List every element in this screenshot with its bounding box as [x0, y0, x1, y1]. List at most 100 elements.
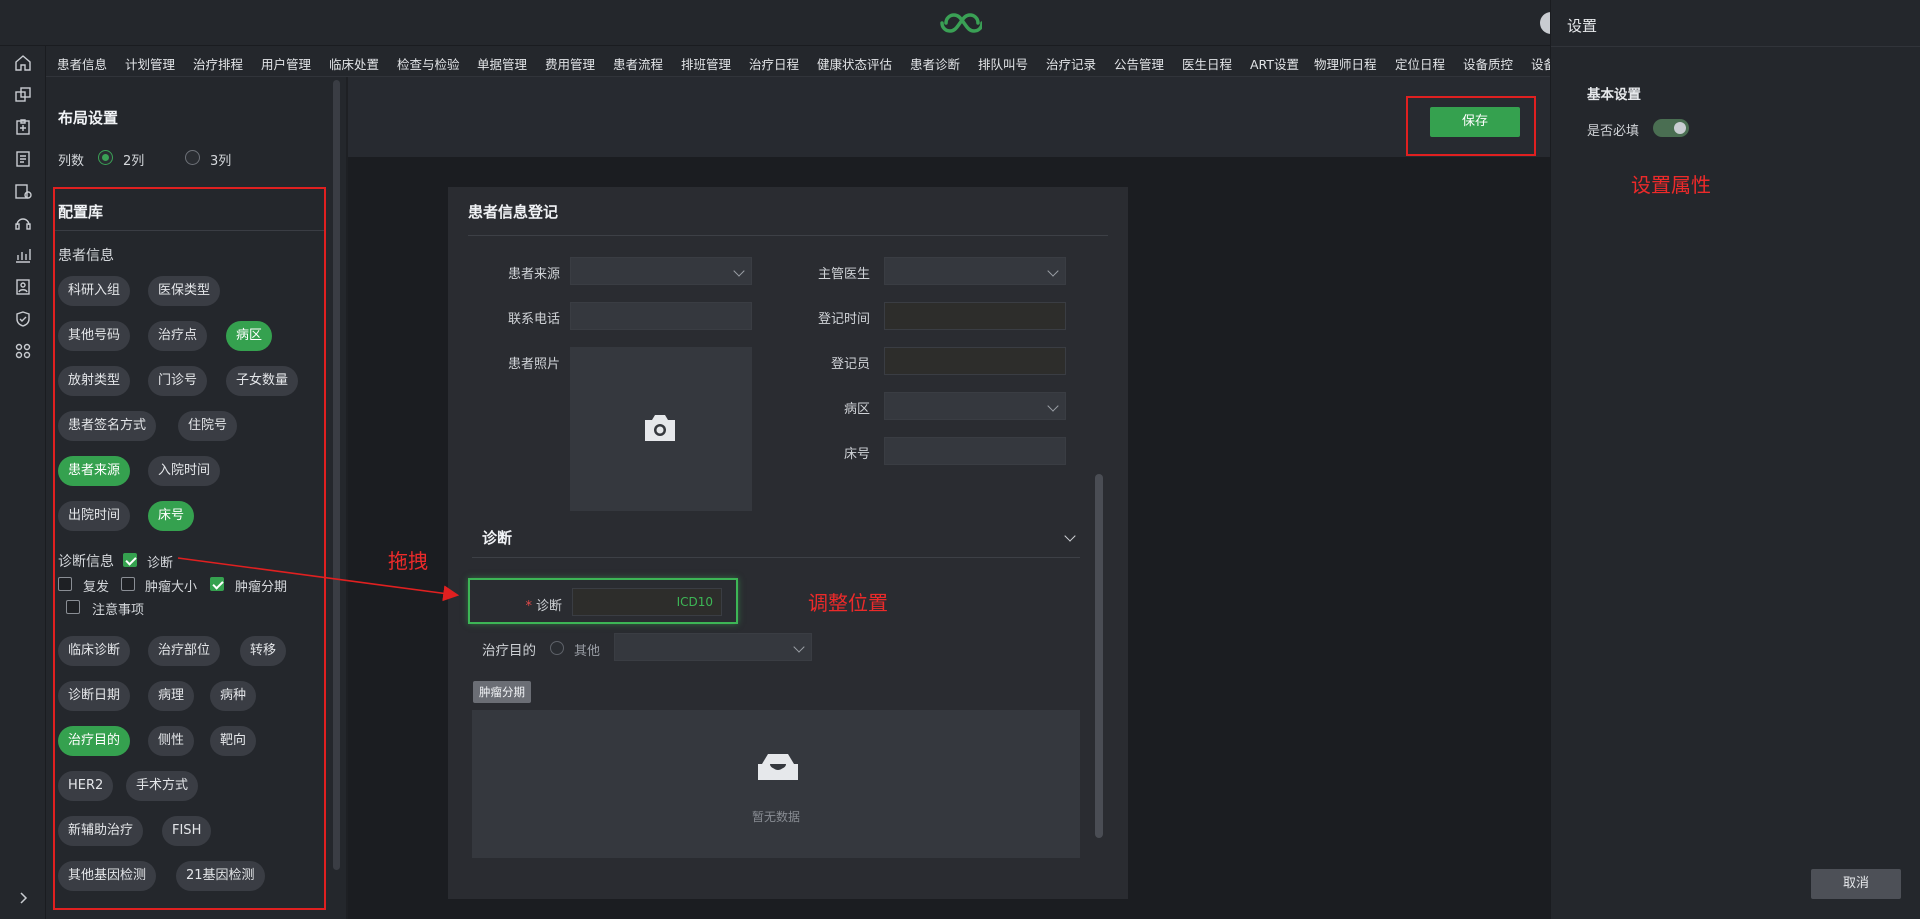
field-chip[interactable]: 新辅助治疗 — [58, 816, 144, 846]
field-chip[interactable]: 侧性 — [148, 726, 195, 756]
tumor-stage-tag[interactable]: 肿瘤分期 — [473, 681, 531, 703]
menu-item[interactable]: 排队叫号 — [978, 54, 1028, 73]
field-chip[interactable]: 子女数量 — [226, 366, 299, 396]
diagnosis-label-text: 诊断 — [535, 599, 562, 614]
menu-item[interactable]: 医生日程 — [1182, 54, 1232, 73]
user-card-icon[interactable] — [14, 278, 32, 296]
checkbox-label[interactable]: 复发 — [83, 576, 109, 595]
field-chip[interactable]: 其他号码 — [58, 321, 131, 351]
treatment-goal-select[interactable] — [614, 633, 812, 661]
radio-3-columns[interactable] — [185, 150, 200, 165]
menu-item[interactable]: ART设置 — [1250, 54, 1299, 73]
checkbox-tumor-size[interactable] — [121, 577, 135, 591]
field-chip-active[interactable]: 病区 — [226, 321, 273, 351]
field-chip[interactable]: 科研入组 — [58, 276, 131, 306]
apps-icon[interactable] — [14, 342, 32, 360]
checkbox-label[interactable]: 肿瘤大小 — [145, 576, 197, 595]
checkbox-tumor-stage[interactable] — [210, 577, 224, 591]
menu-item[interactable]: 治疗记录 — [1046, 54, 1096, 73]
field-chip[interactable]: 转移 — [240, 636, 287, 666]
shield-icon[interactable] — [14, 310, 32, 328]
photo-upload[interactable] — [570, 347, 752, 511]
menu-item[interactable]: 定位日程 — [1395, 54, 1445, 73]
menu-item[interactable]: 检查与检验 — [397, 54, 460, 73]
checkbox-recurrence[interactable] — [58, 577, 72, 591]
menu-item[interactable]: 物理师日程 — [1314, 54, 1377, 73]
ward-select[interactable] — [884, 392, 1066, 420]
checkbox-label[interactable]: 诊断 — [147, 552, 173, 571]
left-panel-scrollbar[interactable] — [333, 80, 340, 870]
field-chip[interactable]: 出院时间 — [58, 501, 131, 531]
patient-source-select[interactable] — [570, 257, 752, 285]
menu-item[interactable]: 设备质控 — [1463, 54, 1513, 73]
clipboard-icon[interactable] — [14, 118, 32, 136]
headset-icon[interactable] — [14, 214, 32, 232]
field-chip[interactable]: 其他基因检测 — [58, 861, 157, 891]
field-chip[interactable]: 门诊号 — [148, 366, 208, 396]
register-time-input[interactable] — [884, 302, 1066, 330]
checkbox-diagnosis[interactable] — [123, 553, 137, 567]
radio-2-columns-label[interactable]: 2列 — [123, 150, 144, 169]
phone-input[interactable] — [570, 302, 752, 330]
menu-item[interactable]: 设备 — [1531, 54, 1550, 73]
checkbox-label[interactable]: 肿瘤分期 — [235, 576, 287, 595]
field-chip[interactable]: 靶向 — [210, 726, 257, 756]
field-chip-active[interactable]: 床号 — [148, 501, 195, 531]
field-chip[interactable]: 入院时间 — [148, 456, 221, 486]
checklist-icon[interactable] — [14, 182, 32, 200]
menu-item[interactable]: 公告管理 — [1114, 54, 1164, 73]
radio-2-columns[interactable] — [98, 150, 113, 165]
field-chip[interactable]: 临床诊断 — [58, 636, 131, 666]
field-chip[interactable]: 病种 — [210, 681, 257, 711]
chart-icon[interactable] — [14, 246, 32, 264]
report-icon[interactable] — [14, 150, 32, 168]
menu-item[interactable]: 健康状态评估 — [817, 54, 892, 73]
field-chip[interactable]: 住院号 — [178, 411, 238, 441]
field-chip[interactable]: 病理 — [148, 681, 195, 711]
field-chip[interactable]: FISH — [162, 816, 212, 846]
field-chip-active[interactable]: 患者来源 — [58, 456, 131, 486]
field-chip[interactable]: 患者签名方式 — [58, 411, 157, 441]
treatment-goal-other-radio[interactable] — [550, 641, 564, 655]
menu-item[interactable]: 费用管理 — [545, 54, 595, 73]
field-chip[interactable]: HER2 — [58, 771, 114, 801]
diagnosis-field-selected[interactable]: * 诊断 ICD10 — [468, 578, 738, 624]
field-chip[interactable]: 医保类型 — [148, 276, 221, 306]
menu-item[interactable]: 单据管理 — [477, 54, 527, 73]
field-chip[interactable]: 手术方式 — [126, 771, 199, 801]
field-chip[interactable]: 放射类型 — [58, 366, 131, 396]
registrar-input[interactable] — [884, 347, 1066, 375]
field-chip[interactable]: 治疗点 — [148, 321, 208, 351]
field-chip[interactable]: 诊断日期 — [58, 681, 131, 711]
save-button[interactable]: 保存 — [1430, 107, 1520, 137]
menu-item[interactable]: 计划管理 — [125, 54, 175, 73]
checkbox-label[interactable]: 注意事项 — [92, 599, 144, 618]
bed-input[interactable] — [884, 437, 1066, 465]
menu-item[interactable]: 临床处置 — [329, 54, 379, 73]
annotation-drag-text: 拖拽 — [388, 549, 428, 573]
layers-icon[interactable] — [14, 86, 32, 104]
menu-item[interactable]: 治疗排程 — [193, 54, 243, 73]
menu-item[interactable]: 患者诊断 — [910, 54, 960, 73]
main-menu: 患者信息 计划管理 治疗排程 用户管理 临床处置 检查与检验 单据管理 费用管理… — [46, 46, 1550, 77]
diagnosis-input[interactable]: ICD10 — [572, 588, 722, 616]
field-chip[interactable]: 治疗部位 — [148, 636, 221, 666]
doctor-select[interactable] — [884, 257, 1066, 285]
expand-chevron-icon[interactable] — [15, 890, 31, 906]
home-icon[interactable] — [14, 54, 32, 72]
treatment-goal-other-label[interactable]: 其他 — [574, 640, 600, 659]
menu-item[interactable]: 用户管理 — [261, 54, 311, 73]
field-chip-active[interactable]: 治疗目的 — [58, 726, 131, 756]
menu-item[interactable]: 治疗日程 — [749, 54, 799, 73]
cancel-button[interactable]: 取消 — [1811, 869, 1901, 899]
field-chip[interactable]: 21基因检测 — [176, 861, 265, 891]
menu-item[interactable]: 患者信息 — [57, 54, 107, 73]
form-scrollbar[interactable] — [1095, 474, 1103, 838]
collapse-chevron-icon[interactable] — [1064, 530, 1076, 542]
menu-item[interactable]: 患者流程 — [613, 54, 663, 73]
field-label: 主管医生 — [817, 267, 870, 282]
required-toggle[interactable] — [1653, 119, 1689, 137]
radio-3-columns-label[interactable]: 3列 — [210, 150, 231, 169]
menu-item[interactable]: 排班管理 — [681, 54, 731, 73]
checkbox-notes[interactable] — [66, 600, 80, 614]
